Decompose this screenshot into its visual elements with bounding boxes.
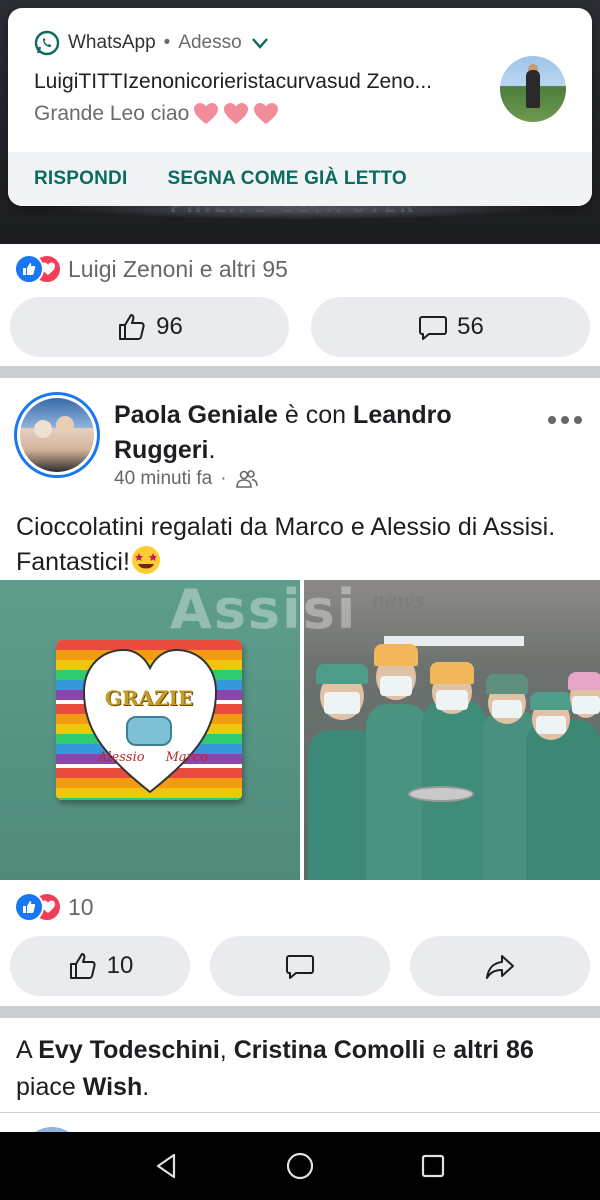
notification-message: Grande Leo ciao (34, 102, 190, 125)
whatsapp-icon (34, 30, 60, 56)
reaction-icons (14, 254, 62, 284)
home-icon[interactable] (285, 1151, 315, 1181)
tagged-suffix: . (208, 436, 216, 464)
notification-header: WhatsApp • Adesso (34, 30, 270, 56)
post-separator (0, 1006, 600, 1018)
post-separator (0, 366, 600, 378)
previous-post-actions: 96 56 (10, 297, 590, 357)
staff-figure (526, 720, 600, 880)
staff-mask (436, 690, 468, 710)
staff-mask (492, 700, 522, 718)
notification-time: Adesso (178, 32, 242, 53)
author-name[interactable]: Paola Geniale (114, 401, 278, 429)
chocolate-tray (408, 786, 474, 802)
staff-mask (324, 692, 360, 714)
mark-as-read-button[interactable]: SEGNA COME GIÀ LETTO (167, 168, 406, 190)
dot (548, 416, 556, 424)
reply-button[interactable]: RISPONDI (34, 168, 127, 190)
staff-cap (316, 664, 368, 684)
likes-verb: piace (16, 1073, 76, 1101)
staff-cap (374, 644, 418, 666)
liked-page-name[interactable]: Wish (83, 1073, 143, 1101)
chevron-down-icon[interactable] (250, 33, 270, 53)
thumbs-up-icon (69, 953, 96, 979)
share-icon (486, 955, 514, 979)
author-avatar[interactable] (14, 392, 100, 478)
staff-mask (536, 716, 566, 734)
friends-icon (235, 470, 258, 488)
watermark-text: Assisi (170, 578, 358, 641)
like-count: 96 (156, 313, 183, 340)
notification-avatar (500, 56, 566, 122)
share-button[interactable] (410, 936, 590, 996)
recents-icon[interactable] (418, 1151, 448, 1181)
thumbs-up-icon (119, 314, 145, 340)
staff-cap (486, 674, 528, 694)
staff-mask (380, 676, 412, 696)
like-reaction-icon (14, 254, 44, 284)
likes-conj: e (432, 1036, 447, 1064)
comment-count: 56 (457, 313, 484, 340)
notification-title: LuigiTITTIzenonicorieristacurvasud Zeno.… (34, 70, 433, 93)
star-struck-emoji-icon (131, 546, 160, 574)
likes-prefix: A (16, 1036, 32, 1064)
watermark-news-text: news (372, 588, 425, 612)
back-icon[interactable] (152, 1151, 182, 1181)
reactions-text: Luigi Zenoni e altri 95 (68, 255, 288, 282)
card-name-1: Alessio (98, 750, 145, 765)
next-post-peek (0, 1112, 600, 1157)
dot (561, 416, 569, 424)
staff-cap (430, 662, 474, 684)
with-text: è con (284, 401, 347, 429)
post-time[interactable]: 40 minuti fa (114, 468, 212, 490)
avatar-photo (20, 398, 94, 472)
like-count: 10 (106, 952, 134, 979)
post-header: Paola Geniale è con Leandro Ruggeri. (114, 398, 534, 468)
notification-separator: • (163, 32, 171, 53)
card-names: Alessio Marco (98, 750, 208, 765)
post-reactions[interactable]: 10 (14, 892, 94, 922)
reaction-count: 10 (68, 893, 94, 920)
previous-post-reactions[interactable]: Luigi Zenoni e altri 95 (14, 254, 288, 284)
liker-name-2[interactable]: Cristina Comolli (234, 1036, 426, 1064)
staff-cap (568, 672, 600, 690)
staff-cap (530, 692, 572, 710)
more-options-icon[interactable] (548, 412, 582, 428)
comment-icon (419, 316, 448, 340)
avatar-face (34, 420, 52, 438)
reaction-icons (14, 892, 62, 922)
chocolate-box: GRAZIE Alessio Marco (56, 640, 242, 800)
page-likes-line: A Evy Todeschini, Cristina Comolli e alt… (16, 1032, 586, 1106)
like-button[interactable]: 96 (10, 297, 289, 357)
likes-comma: , (219, 1036, 227, 1064)
like-button[interactable]: 10 (10, 936, 190, 996)
dot (574, 416, 582, 424)
face-mask-drawing (126, 716, 172, 746)
pink-heart-icon (224, 103, 249, 124)
notification-message-row: Grande Leo ciao (34, 102, 279, 126)
pink-heart-icon (194, 103, 219, 124)
liker-name-1[interactable]: Evy Todeschini (38, 1036, 220, 1064)
post-text: Cioccolatini regalati da Marco e Alessio… (16, 510, 586, 579)
likes-others[interactable]: altri 86 (453, 1036, 534, 1064)
avatar-figure (526, 70, 540, 108)
post-body: Cioccolatini regalati da Marco e Alessio… (16, 513, 556, 576)
notification-actions: RISPONDI SEGNA COME GIÀ LETTO (8, 152, 592, 206)
comment-icon (286, 955, 314, 979)
avatar-face (56, 416, 74, 434)
comment-button[interactable]: 56 (311, 297, 590, 357)
comment-button[interactable] (210, 936, 390, 996)
post-meta: 40 minuti fa · (114, 468, 259, 490)
notification-app-name: WhatsApp (68, 32, 156, 53)
android-nav-bar (0, 1132, 600, 1200)
staff-mask (572, 696, 600, 714)
grazie-text: GRAZIE (104, 686, 194, 710)
likes-end: . (142, 1073, 150, 1101)
meta-dot: · (220, 468, 227, 489)
whatsapp-notification[interactable]: WhatsApp • Adesso LuigiTITTIzenonicorier… (8, 8, 592, 206)
like-reaction-icon (14, 892, 44, 922)
post-actions: 10 (10, 936, 590, 996)
card-name-2: Marco (165, 750, 208, 765)
pink-heart-icon (254, 103, 279, 124)
